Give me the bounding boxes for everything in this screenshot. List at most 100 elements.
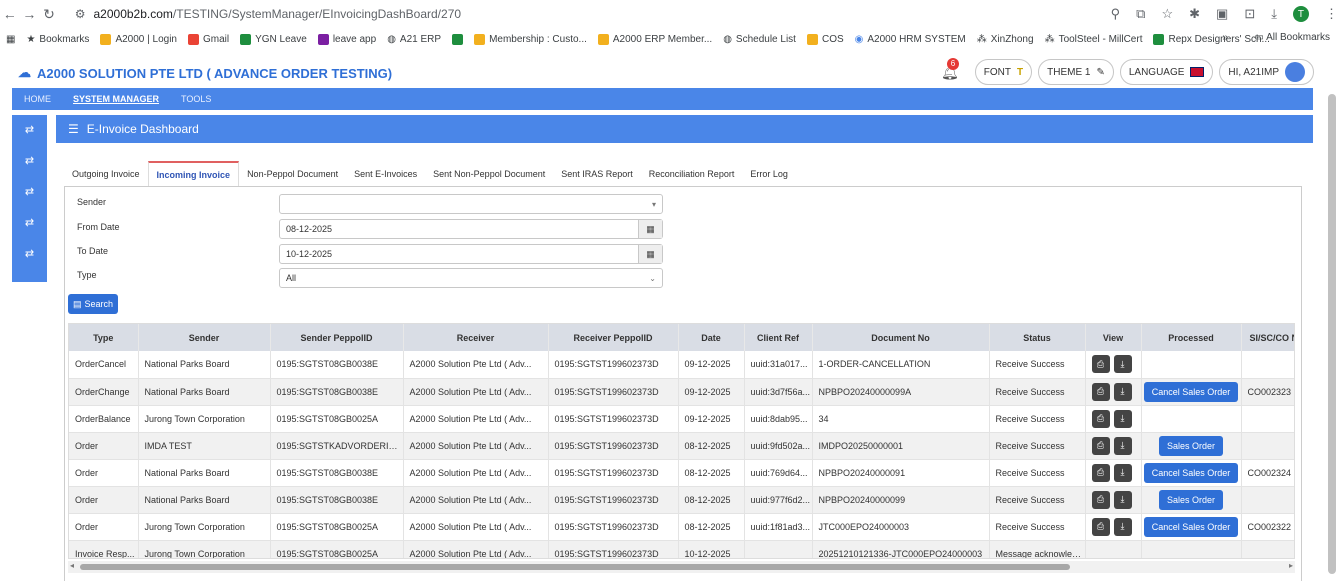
tab-incoming-invoice[interactable]: Incoming Invoice	[147, 161, 240, 187]
swap-icon[interactable]: ⇄	[12, 208, 47, 239]
language-button[interactable]: LANGUAGE	[1119, 59, 1214, 85]
to-date-input[interactable]: 10-12-2025 ▦	[279, 244, 663, 264]
scroll-left-icon[interactable]: ◂	[70, 561, 74, 570]
column-header[interactable]: SI/SC/CO No	[1241, 324, 1294, 351]
print-icon[interactable]: ⎙	[1091, 463, 1110, 482]
download-icon[interactable]: ⤓	[1113, 463, 1132, 482]
from-date-input[interactable]: 08-12-2025 ▦	[279, 219, 663, 239]
download-icon[interactable]: ⤓	[1113, 490, 1132, 509]
column-header[interactable]: Receiver PeppolID	[548, 324, 679, 351]
bookmark-item[interactable]: leave app	[317, 33, 376, 45]
swap-icon[interactable]: ⇄	[12, 115, 47, 146]
column-header[interactable]: Sender PeppolID	[270, 324, 404, 351]
bookmark-item[interactable]: A2000 | Login	[100, 33, 177, 45]
column-header[interactable]: Processed	[1141, 324, 1242, 351]
notification-bell[interactable]: 🔔︎ 6	[941, 57, 959, 81]
table-row[interactable]: OrderCancel National Parks Board 0195:SGTS…	[69, 351, 1294, 379]
cancel-sales-order-button[interactable]: Cancel Sales Order	[1143, 462, 1239, 483]
bookmark-item[interactable]: ◍ Schedule List	[723, 34, 796, 45]
table-row[interactable]: Order IMDA TEST 0195:SGTSTKADVORDERING01 A2…	[69, 432, 1294, 460]
table-row[interactable]: Order National Parks Board 0195:SGTST08GB0…	[69, 459, 1294, 487]
print-icon[interactable]: ⎙	[1091, 355, 1110, 374]
table-row[interactable]: Invoice Resp... Jurong Town Corporation 01…	[69, 540, 1294, 558]
tab-sent-e-invoices[interactable]: Sent E-Invoices	[346, 161, 425, 187]
bookmark-item[interactable]: ⁂ ToolSteel - MillCert	[1045, 34, 1143, 45]
type-select[interactable]: All ⌄	[279, 268, 663, 288]
scrollbar-thumb[interactable]	[1328, 94, 1336, 574]
table-row[interactable]: Order National Parks Board 0195:SGTST08GB0…	[69, 486, 1294, 514]
column-header[interactable]: Receiver	[403, 324, 549, 351]
bookmark-item[interactable]: Repx Designers' Sch...	[1153, 33, 1270, 45]
download-icon[interactable]: ⤓	[1113, 517, 1132, 536]
menu-system-manager[interactable]: SYSTEM MANAGER	[73, 94, 159, 104]
swap-icon[interactable]: ⇄	[12, 177, 47, 208]
screen-icon[interactable]: ▣	[1216, 6, 1228, 22]
table-row[interactable]: Order Jurong Town Corporation 0195:SGTST08…	[69, 513, 1294, 541]
calendar-icon[interactable]: ▦	[638, 245, 662, 263]
menu-icon[interactable]: ⋮	[1325, 6, 1338, 22]
tab-non-peppol-document[interactable]: Non-Peppol Document	[239, 161, 346, 187]
tab-sent-iras-report[interactable]: Sent IRAS Report	[553, 161, 641, 187]
share-icon[interactable]: ⧉	[1136, 6, 1145, 22]
bookmark-item[interactable]: Membership : Custo...	[474, 33, 587, 45]
scroll-right-icon[interactable]: ▸	[1289, 561, 1293, 570]
extension-icon[interactable]: ✱	[1189, 6, 1200, 22]
column-header[interactable]: Status	[989, 324, 1086, 351]
bookmark-item[interactable]: ⁂ XinZhong	[977, 34, 1034, 45]
bookmark-item[interactable]: ◍ A21 ERP	[387, 34, 441, 45]
zoom-icon[interactable]: ⚲	[1111, 6, 1121, 22]
horizontal-scrollbar[interactable]: ◂ ▸	[68, 561, 1295, 573]
sender-select[interactable]: ▾	[279, 194, 663, 214]
tab-reconciliation-report[interactable]: Reconciliation Report	[641, 161, 743, 187]
hamburger-icon[interactable]: ☰	[68, 122, 79, 136]
download-icon[interactable]: ⤓	[1113, 436, 1132, 455]
apps-icon[interactable]: ▦	[6, 34, 15, 45]
puzzle-icon[interactable]: ⊡	[1244, 6, 1255, 22]
menu-home[interactable]: HOME	[24, 94, 51, 104]
scrollbar-thumb[interactable]	[80, 564, 1070, 570]
tab-outgoing-invoice[interactable]: Outgoing Invoice	[64, 161, 148, 187]
download-icon[interactable]: ⤓	[1113, 355, 1132, 374]
all-bookmarks[interactable]: ▭ All Bookmarks	[1254, 32, 1330, 43]
print-icon[interactable]: ⎙	[1091, 382, 1110, 401]
column-header[interactable]: View	[1085, 324, 1142, 351]
tab-error-log[interactable]: Error Log	[742, 161, 796, 187]
cancel-sales-order-button[interactable]: Cancel Sales Order	[1143, 516, 1239, 537]
sales-order-button[interactable]: Sales Order	[1158, 435, 1224, 456]
bookmark-item[interactable]: A2000 ERP Member...	[597, 33, 712, 45]
bookmark-item[interactable]: ★ Bookmarks	[26, 34, 89, 45]
bookmark-item[interactable]: YGN Leave	[240, 33, 307, 45]
user-menu[interactable]: HI, A21IMP	[1219, 59, 1314, 85]
column-header[interactable]: Client Ref	[744, 324, 813, 351]
sales-order-button[interactable]: Sales Order	[1158, 489, 1224, 510]
swap-icon[interactable]: ⇄	[12, 146, 47, 177]
download-icon[interactable]: ⤓	[1271, 6, 1277, 22]
print-icon[interactable]: ⎙	[1091, 490, 1110, 509]
tab-sent-non-peppol-document[interactable]: Sent Non-Peppol Document	[425, 161, 553, 187]
vertical-scrollbar[interactable]	[1328, 58, 1336, 578]
reload-icon[interactable]: ↻	[39, 6, 59, 23]
download-icon[interactable]: ⤓	[1113, 409, 1132, 428]
column-header[interactable]: Sender	[138, 324, 271, 351]
download-icon[interactable]: ⤓	[1113, 382, 1132, 401]
column-header[interactable]: Document No	[812, 324, 990, 351]
bookmark-item[interactable]: Gmail	[187, 33, 229, 45]
bookmark-item[interactable]: COS	[806, 33, 844, 45]
theme-button[interactable]: THEME 1 ✎	[1038, 59, 1114, 85]
calendar-icon[interactable]: ▦	[638, 220, 662, 238]
table-row[interactable]: OrderChange National Parks Board 0195:SGTS…	[69, 378, 1294, 406]
address-bar[interactable]: ⚙ a2000b2b.com/TESTING/SystemManager/EIn…	[67, 2, 1107, 26]
print-icon[interactable]: ⎙	[1091, 517, 1110, 536]
column-header[interactable]: Type	[69, 324, 139, 351]
bookmarks-more[interactable]: »	[1222, 32, 1228, 43]
site-info-icon[interactable]: ⚙	[75, 7, 86, 21]
back-icon[interactable]: ←	[0, 6, 20, 22]
font-button[interactable]: FONT T	[974, 59, 1033, 85]
search-button[interactable]: ▤ Search	[68, 294, 118, 314]
forward-icon[interactable]: →	[20, 6, 40, 22]
swap-icon[interactable]: ⇄	[12, 239, 47, 270]
cancel-sales-order-button[interactable]: Cancel Sales Order	[1143, 381, 1239, 402]
profile-avatar[interactable]: T	[1292, 6, 1309, 22]
star-icon[interactable]: ☆	[1161, 6, 1173, 22]
bookmark-item[interactable]	[452, 33, 464, 45]
